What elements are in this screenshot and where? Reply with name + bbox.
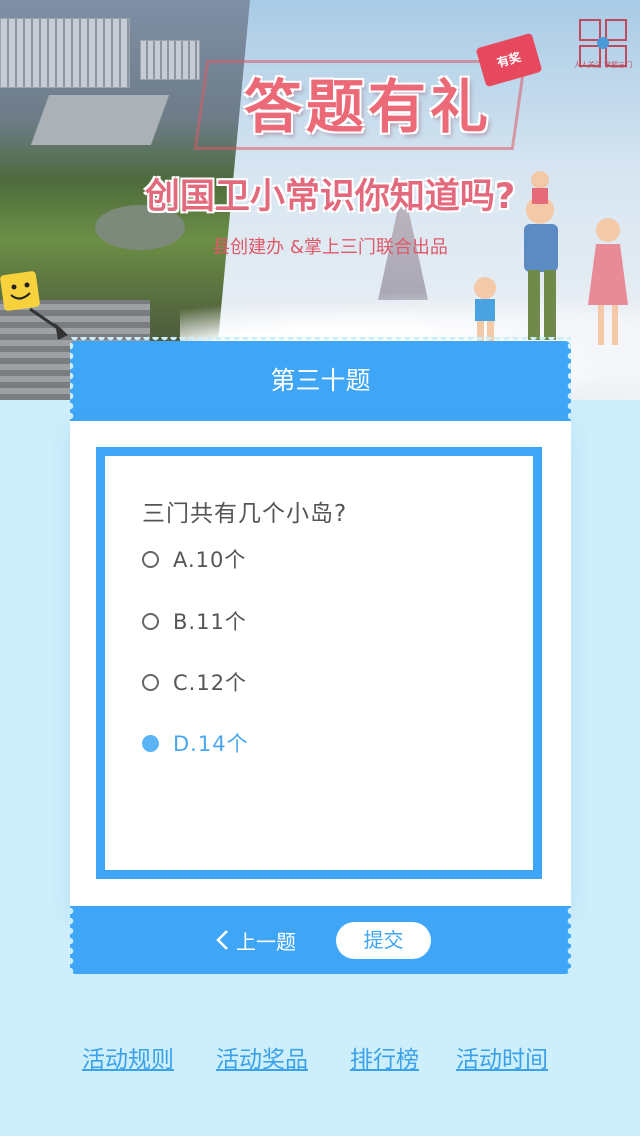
question-number: 第三十题 <box>270 366 371 395</box>
building-image <box>0 18 130 88</box>
option-label: B.11个 <box>173 610 247 634</box>
link-activity-time[interactable]: 活动时间 <box>456 1040 548 1074</box>
banner-title: 答题有礼 <box>243 73 492 141</box>
smiley-mascot-icon <box>0 271 68 340</box>
link-ranking[interactable]: 排行榜 <box>350 1040 419 1074</box>
seal-badge: 有奖 <box>475 32 543 88</box>
question-text: 三门共有几个小岛? <box>142 501 348 527</box>
option-d[interactable]: D.14个 <box>142 728 249 758</box>
plaza-image <box>30 95 170 145</box>
chevron-left-icon <box>216 930 228 950</box>
previous-question-label: 上一题 <box>236 929 296 954</box>
banner-producer: 县创建办 &掌上三门联合出品 <box>212 237 448 258</box>
option-a[interactable]: A.10个 <box>142 544 246 574</box>
submit-button[interactable]: 提交 <box>336 922 431 959</box>
link-activity-prizes[interactable]: 活动奖品 <box>216 1040 308 1074</box>
logo-caption: 人人关注 掌握三门 <box>573 61 633 69</box>
link-activity-rules[interactable]: 活动规则 <box>82 1040 174 1074</box>
option-label: A.10个 <box>173 548 247 572</box>
question-box: 三门共有几个小岛? A.10个 B.11个 C.12个 D.14个 <box>96 447 542 879</box>
option-b[interactable]: B.11个 <box>142 606 247 636</box>
question-footer: 上一题 提交 <box>70 906 571 978</box>
bottom-links: 活动规则 活动奖品 排行榜 活动时间 <box>0 1040 640 1080</box>
option-c[interactable]: C.12个 <box>142 667 247 697</box>
radio-button[interactable] <box>142 734 159 752</box>
radio-button[interactable] <box>142 612 159 630</box>
radio-button[interactable] <box>142 550 159 568</box>
question-card: 三门共有几个小岛? A.10个 B.11个 C.12个 D.14个 <box>70 421 571 906</box>
previous-question-button[interactable]: 上一题 <box>214 923 296 957</box>
radio-button[interactable] <box>142 673 159 691</box>
option-label: C.12个 <box>173 671 248 695</box>
question-header: 第三十题 <box>70 337 571 421</box>
option-label: D.14个 <box>173 732 249 756</box>
building-image <box>140 40 200 80</box>
family-illustration <box>474 171 628 345</box>
